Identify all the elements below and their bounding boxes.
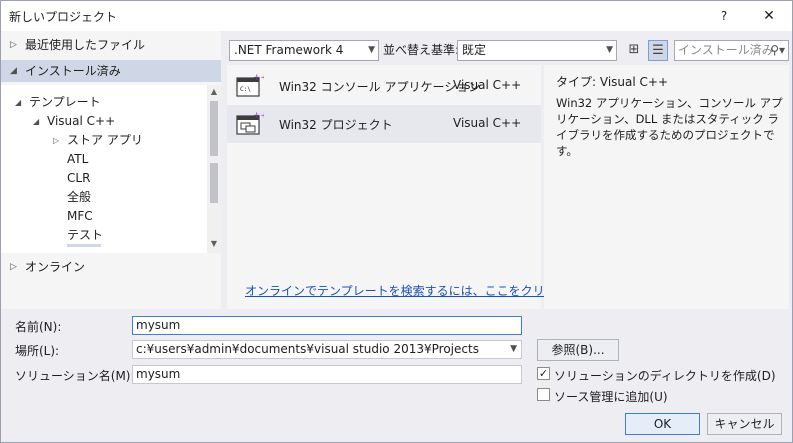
name-label: 名前(N): <box>15 320 62 334</box>
category-online[interactable]: ▷ オンライン <box>1 256 221 278</box>
search-placeholder: インストール済み <box>678 43 774 57</box>
dropdown-arrow-icon: ▼ <box>606 45 613 55</box>
tree-node-label: ストア アプリ <box>67 133 143 147</box>
selection-indicator <box>67 244 101 247</box>
grid-view-button[interactable]: ⊞ <box>624 40 644 61</box>
category-recent-label: 最近使用したファイル <box>25 38 146 52</box>
list-view-icon: ☰ <box>652 43 664 58</box>
svg-text:++: ++ <box>253 73 264 83</box>
category-installed[interactable]: ◢ インストール済み <box>1 60 221 82</box>
tree-node-label: 全般 <box>67 190 92 204</box>
search-icon[interactable]: ⚲▾ <box>770 41 785 60</box>
tree-node-label: CLR <box>67 171 91 185</box>
dialog-title: 新しいプロジェクト <box>9 10 118 24</box>
location-label: 場所(L): <box>15 344 60 358</box>
template-description: Win32 アプリケーション、コンソール アプリケーション、DLL またはスタテ… <box>556 96 783 158</box>
template-item-win32[interactable]: ++ Win32 プロジェクト Visual C++ <box>227 105 541 143</box>
help-button[interactable]: ? <box>713 5 735 27</box>
win32-project-icon: ++ <box>236 111 264 135</box>
solution-name-label: ソリューション名(M): <box>15 369 135 383</box>
type-value: Visual C++ <box>599 75 669 89</box>
collapse-arrow-icon: ◢ <box>10 66 17 76</box>
template-name: Win32 コンソール アプリケーション <box>279 80 481 94</box>
expand-arrow-icon: ▷ <box>53 136 60 145</box>
scroll-down-arrow-icon[interactable]: ▼ <box>207 237 221 251</box>
framework-select[interactable]: .NET Framework 4 ▼ <box>229 40 379 61</box>
ok-button[interactable]: OK <box>625 413 700 435</box>
template-language: Visual C++ <box>453 78 522 92</box>
tree-node-label: ATL <box>67 152 89 166</box>
dropdown-arrow-icon: ▼ <box>368 45 375 55</box>
name-input[interactable]: mysum <box>132 316 522 335</box>
cancel-button[interactable]: キャンセル <box>707 413 782 435</box>
category-online-label: オンライン <box>25 260 86 274</box>
grid-view-icon: ⊞ <box>628 42 640 57</box>
collapse-arrow-icon: ◢ <box>15 98 22 107</box>
new-project-dialog: 新しいプロジェクト ? ✕ ▷ 最近使用したファイル ◢ インストール済み ◢ … <box>0 0 793 443</box>
scroll-up-arrow-icon[interactable]: ▲ <box>207 85 221 99</box>
template-item-console[interactable]: C:\ ++ Win32 コンソール アプリケーション Visual C++ <box>227 67 541 105</box>
location-value: c:¥users¥admin¥documents¥visual studio 2… <box>136 342 479 356</box>
sort-select[interactable]: 既定 ▼ <box>457 40 617 61</box>
template-type: タイプ: Visual C++ <box>556 73 668 90</box>
title-bar: 新しいプロジェクト ? ✕ <box>1 1 792 31</box>
expand-arrow-icon: ▷ <box>10 262 17 272</box>
source-control-checkbox[interactable] <box>537 388 550 401</box>
dropdown-arrow-icon[interactable]: ▼ <box>510 341 517 358</box>
expand-arrow-icon: ▷ <box>10 40 17 50</box>
create-directory-checkbox[interactable]: ✓ <box>537 367 550 380</box>
browse-button[interactable]: 参照(B)... <box>537 339 619 361</box>
category-installed-label: インストール済み <box>25 64 121 78</box>
template-tree: ◢ テンプレート ◢ Visual C++ ▷ ストア アプリ ATL CLR … <box>1 85 207 253</box>
list-view-button[interactable]: ☰ <box>648 40 668 61</box>
svg-text:++: ++ <box>253 111 264 121</box>
tree-node-label: テンプレート <box>29 95 101 109</box>
solution-name-input[interactable]: mysum <box>132 365 522 384</box>
template-language: Visual C++ <box>453 116 522 130</box>
category-pane: ▷ 最近使用したファイル ◢ インストール済み ◢ テンプレート ◢ Visua… <box>1 31 221 309</box>
console-app-icon: C:\ ++ <box>236 73 264 97</box>
tree-scrollbar[interactable]: ▲ ▼ <box>207 85 221 253</box>
tree-node-label: テスト <box>67 228 104 242</box>
source-control-label[interactable]: ソース管理に追加(U) <box>554 388 668 405</box>
search-input[interactable]: インストール済み ⚲▾ <box>674 40 789 61</box>
framework-value: .NET Framework 4 <box>234 43 344 57</box>
location-combobox[interactable]: c:¥users¥admin¥documents¥visual studio 2… <box>132 340 522 359</box>
category-recent[interactable]: ▷ 最近使用したファイル <box>1 34 221 56</box>
type-label: タイプ: <box>556 75 597 89</box>
template-list: C:\ ++ Win32 コンソール アプリケーション Visual C++ +… <box>227 65 615 309</box>
scroll-track-segment <box>210 163 218 203</box>
sort-label: 並べ替え基準: <box>383 43 460 57</box>
collapse-arrow-icon: ◢ <box>33 117 40 126</box>
create-directory-label[interactable]: ソリューションのディレクトリを作成(D) <box>554 367 776 384</box>
tree-node-label: Visual C++ <box>47 114 116 128</box>
template-name: Win32 プロジェクト <box>279 118 393 132</box>
close-button[interactable]: ✕ <box>757 5 781 27</box>
description-pane: タイプ: Visual C++ Win32 アプリケーション、コンソール アプリ… <box>544 65 789 309</box>
tree-node-label: MFC <box>67 209 93 223</box>
svg-text:C:\: C:\ <box>240 86 251 93</box>
sort-value: 既定 <box>462 43 487 57</box>
scroll-thumb[interactable] <box>210 101 218 156</box>
